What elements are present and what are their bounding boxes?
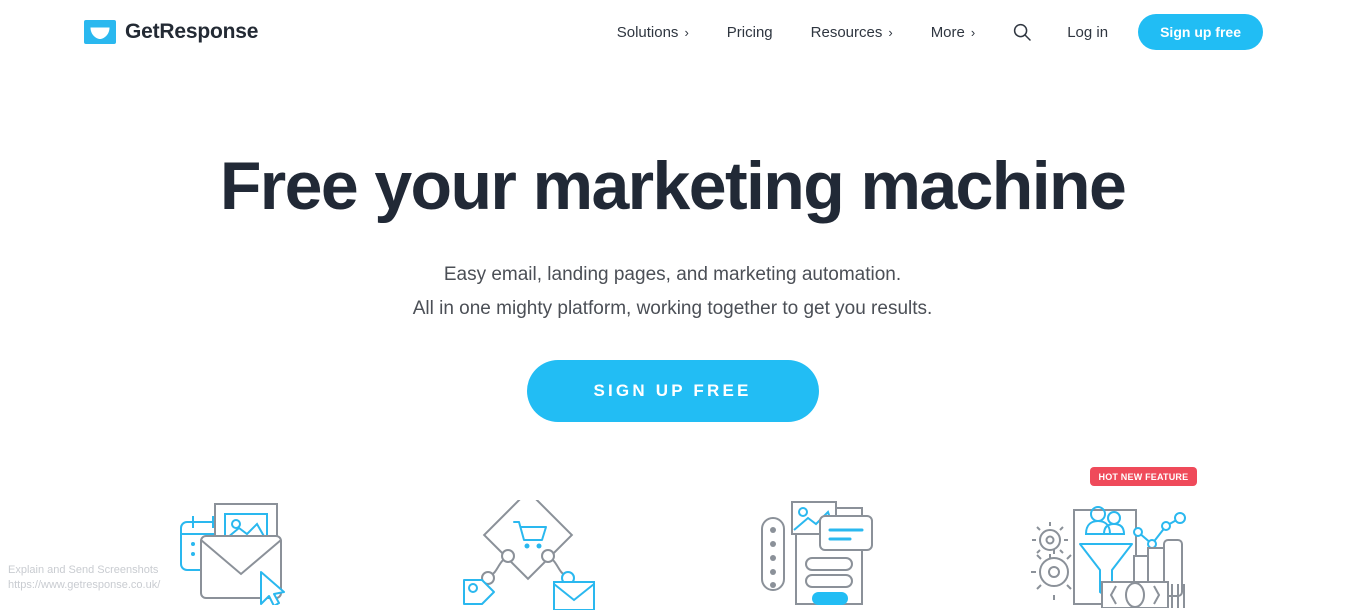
landing-pages-illustration[interactable] — [673, 455, 963, 605]
nav-label: Solutions — [617, 24, 679, 41]
site-header: GetResponse Solutions › Pricing Resource… — [0, 0, 1345, 64]
search-icon[interactable] — [1013, 23, 1031, 41]
nav-item-more[interactable]: More › — [931, 24, 976, 41]
login-link[interactable]: Log in — [1067, 24, 1108, 41]
nav-item-pricing[interactable]: Pricing — [727, 24, 773, 41]
hero-subtitle-line-1: Easy email, landing pages, and marketing… — [0, 258, 1345, 292]
main-nav: Solutions › Pricing Resources › More › L… — [617, 14, 1263, 50]
status-badge: HOT NEW FEATURE — [1090, 467, 1198, 486]
envelope-icon — [84, 20, 116, 44]
email-marketing-illustration[interactable] — [93, 455, 383, 605]
nav-item-solutions[interactable]: Solutions › — [617, 24, 689, 41]
chevron-right-icon: › — [971, 25, 975, 40]
signup-free-cta-button[interactable]: SIGN UP FREE — [527, 360, 819, 422]
nav-item-resources[interactable]: Resources › — [811, 24, 893, 41]
signup-free-button[interactable]: Sign up free — [1138, 14, 1263, 50]
page-title: Free your marketing machine — [0, 152, 1345, 220]
cta-container: SIGN UP FREE — [0, 360, 1345, 422]
marketing-automation-illustration[interactable] — [383, 455, 673, 610]
chevron-right-icon: › — [684, 25, 688, 40]
illustration-row: HOT NEW FEATURE — [0, 455, 1345, 605]
hero-subtitle: Easy email, landing pages, and marketing… — [0, 258, 1345, 326]
logo[interactable]: GetResponse — [84, 20, 258, 44]
conversion-funnel-illustration[interactable]: HOT NEW FEATURE — [963, 455, 1253, 608]
hero-section: Free your marketing machine Easy email, … — [0, 64, 1345, 422]
nav-label: More — [931, 24, 965, 41]
hero-subtitle-line-2: All in one mighty platform, working toge… — [0, 292, 1345, 326]
nav-label: Pricing — [727, 24, 773, 41]
nav-label: Resources — [811, 24, 883, 41]
logo-text: GetResponse — [125, 20, 258, 44]
chevron-right-icon: › — [888, 25, 892, 40]
